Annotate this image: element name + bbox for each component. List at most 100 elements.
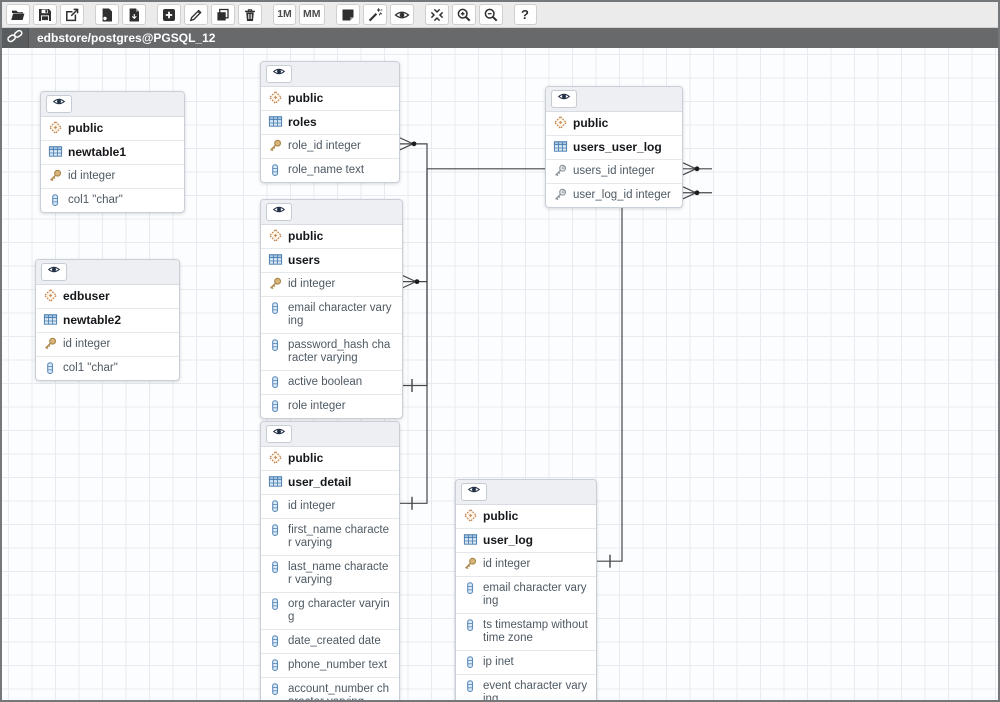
column-row-id-label: id integer	[288, 500, 335, 513]
column-row-col1[interactable]: col1 "char"	[36, 357, 179, 380]
column-row-role_name-label: role_name text	[288, 164, 364, 177]
column-row-date_created[interactable]: date_created date	[261, 630, 399, 654]
table-name-row-label: users_user_log	[573, 140, 662, 155]
column-row-email[interactable]: email character varying	[261, 297, 402, 334]
column-row-phone_number[interactable]: phone_number text	[261, 654, 399, 678]
table-details-toggle-button[interactable]	[266, 203, 292, 221]
schema-row: public	[456, 505, 596, 529]
zoom-to-fit-button[interactable]	[425, 4, 449, 25]
column-row-account_number[interactable]: account_number character varying	[261, 678, 399, 700]
table-node-users_user_log[interactable]: public users_user_log users_id integer user…	[545, 86, 683, 208]
column-row-id[interactable]: id integer	[41, 165, 184, 189]
relationship-users_user_log-user_log_id[interactable]	[683, 187, 712, 199]
eye-icon	[47, 263, 61, 281]
generate-sql-button[interactable]	[95, 4, 119, 25]
relationship-users_user_log-user_log_id[interactable]	[597, 203, 622, 568]
primary-key-icon	[48, 169, 63, 183]
column-icon	[268, 523, 283, 537]
schema-row: public	[41, 117, 184, 141]
download-image-button[interactable]	[122, 4, 146, 25]
column-row-email[interactable]: email character varying	[456, 577, 596, 614]
schema-row-label: public	[573, 116, 608, 131]
column-icon	[268, 597, 283, 611]
column-row-org[interactable]: org character varying	[261, 593, 399, 630]
column-row-id[interactable]: id integer	[36, 333, 179, 357]
relationship-users-role[interactable]	[400, 138, 427, 392]
table-details-toggle-button[interactable]	[41, 263, 67, 281]
column-row-user_log_id-label: user_log_id integer	[573, 189, 671, 202]
add-table-button[interactable]	[157, 4, 181, 25]
table-icon	[268, 252, 283, 267]
relationship-users_user_log-users_id[interactable]	[403, 169, 545, 288]
column-icon	[268, 682, 283, 696]
table-details-toggle-button[interactable]	[461, 483, 487, 501]
open-project-button[interactable]	[6, 4, 30, 25]
table-details-toggle-button[interactable]	[551, 90, 577, 108]
one-to-many-button[interactable]: 1M	[273, 4, 296, 25]
column-row-role[interactable]: role integer	[261, 395, 402, 418]
schema-row: public	[546, 112, 682, 136]
column-row-id[interactable]: id integer	[456, 553, 596, 577]
show-details-button[interactable]	[390, 4, 414, 25]
edit-table-button[interactable]	[184, 4, 208, 25]
edge-dot-marker	[412, 141, 417, 146]
erd-canvas[interactable]: publicnewtable1id integercol1 "char"edbu…	[2, 48, 998, 700]
column-row-user_log_id[interactable]: user_log_id integer	[546, 184, 682, 207]
column-icon	[268, 634, 283, 648]
pencil-icon	[188, 7, 204, 23]
table-details-toggle-button[interactable]	[266, 425, 292, 443]
drop-table-button[interactable]	[238, 4, 262, 25]
column-row-role_name[interactable]: role_name text	[261, 159, 399, 182]
trash-icon	[242, 7, 258, 23]
column-row-active[interactable]: active boolean	[261, 371, 402, 395]
table-node-roles[interactable]: publicrolesrole_id integerrole_name text	[260, 61, 400, 183]
column-row-id[interactable]: id integer	[261, 495, 399, 519]
zoom-in-icon	[456, 7, 472, 23]
column-row-first_name[interactable]: first_name character varying	[261, 519, 399, 556]
table-name-row: users_user_log	[546, 136, 682, 160]
column-row-role_id-label: role_id integer	[288, 140, 361, 153]
column-row-ip[interactable]: ip inet	[456, 651, 596, 675]
many-to-many-button[interactable]: MM	[299, 4, 325, 25]
column-row-last_name[interactable]: last_name character varying	[261, 556, 399, 593]
auto-align-button[interactable]	[363, 4, 387, 25]
column-row-ts-label: ts timestamp without time zone	[483, 619, 588, 645]
schema-row-label: edbuser	[63, 289, 110, 304]
column-row-password_hash[interactable]: password_hash character varying	[261, 334, 402, 371]
column-row-ts[interactable]: ts timestamp without time zone	[456, 614, 596, 651]
table-node-newtable1[interactable]: public newtable1 id integercol1 "char"	[40, 91, 185, 213]
zoom-in-button[interactable]	[452, 4, 476, 25]
sql-file-icon	[99, 7, 115, 23]
help-button[interactable]: ?	[514, 4, 537, 25]
table-node-user_detail[interactable]: public user_detailid integer first_name ch…	[260, 421, 400, 700]
column-row-id[interactable]: id integer	[261, 273, 402, 297]
relationship-users_user_log-users_id[interactable]	[683, 163, 712, 175]
add-note-button[interactable]	[336, 4, 360, 25]
clone-table-button[interactable]	[211, 4, 235, 25]
table-node-user_log[interactable]: publicuser_logid integeremail character …	[455, 479, 597, 700]
table-node-users[interactable]: publicusersid integeremail character var…	[260, 199, 403, 419]
table-details-toggle-button[interactable]	[46, 95, 72, 113]
table-header	[261, 422, 399, 447]
save-project-button[interactable]	[33, 4, 57, 25]
table-node-newtable2[interactable]: edbusernewtable2id integercol1 "char"	[35, 259, 180, 381]
primary-key-icon	[268, 139, 283, 153]
eye-icon	[272, 65, 286, 83]
connection-statusbar: edbstore/postgres@PGSQL_12	[2, 28, 998, 48]
save-as-button[interactable]	[60, 4, 84, 25]
column-icon	[463, 618, 478, 632]
column-row-role_id[interactable]: role_id integer	[261, 135, 399, 159]
relationship-user_detail-id[interactable]	[400, 282, 427, 510]
column-row-col1[interactable]: col1 "char"	[41, 189, 184, 212]
table-name-row: users	[261, 249, 402, 273]
share-icon	[64, 7, 80, 23]
zoom-out-button[interactable]	[479, 4, 503, 25]
table-name-row-label: newtable1	[68, 145, 126, 160]
table-name-row-label: user_detail	[288, 475, 351, 490]
column-row-event[interactable]: event character varying	[456, 675, 596, 700]
schema-row: public	[261, 447, 399, 471]
connection-box	[2, 28, 29, 48]
column-row-users_id[interactable]: users_id integer	[546, 160, 682, 184]
schema-row-label: public	[288, 91, 323, 106]
table-details-toggle-button[interactable]	[266, 65, 292, 83]
